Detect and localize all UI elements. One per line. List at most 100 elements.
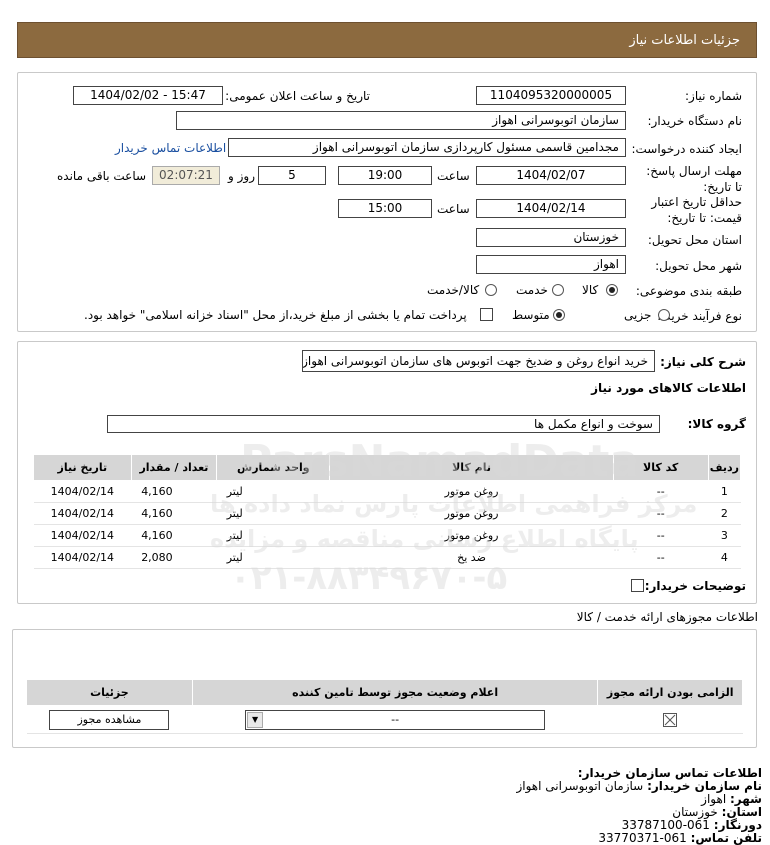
item-name: روغن موتور <box>329 502 614 525</box>
goods-group-label: گروه کالا: <box>687 417 746 431</box>
announce-field: 1404/02/02 - 15:47 <box>73 86 223 105</box>
col-permit-details: جزئیات <box>26 679 193 706</box>
goods-table: ردیف کد کالا نام کالا واحد شمارش تعداد /… <box>33 454 742 569</box>
province-label: استان محل تحویل: <box>647 233 742 247</box>
validity-time-label: ساعت <box>437 202 470 216</box>
contact-city-value: اهواز <box>701 792 727 806</box>
permit-required-checkbox <box>663 712 678 727</box>
category-radio-service[interactable] <box>552 284 564 296</box>
announce-label: تاریخ و ساعت اعلان عمومی: <box>225 89 370 103</box>
row-number: 3 <box>708 524 741 547</box>
purchase-minor-label: جزیی <box>624 308 652 322</box>
contact-province-value: خوزستان <box>672 805 718 819</box>
purchase-radio-minor[interactable] <box>658 309 670 321</box>
creator-field: مجدامین قاسمی مسئول کارپردازی سازمان اتو… <box>228 138 626 157</box>
item-date: 1404/02/14 <box>33 502 132 525</box>
table-row: 1 -- روغن موتور لیتر 4,160 1404/02/14 <box>33 480 741 503</box>
category-label: طبقه بندی موضوعی: <box>635 284 742 298</box>
contact-phone-value: 061-33770371 <box>598 831 687 845</box>
validity-date-field: 1404/02/14 <box>476 199 626 218</box>
item-qty: 4,160 <box>131 502 217 525</box>
contact-org-label: نام سازمان خریدار: <box>647 779 762 793</box>
table-row: 2 -- روغن موتور لیتر 4,160 1404/02/14 <box>33 502 741 525</box>
category-service-label: خدمت <box>516 283 548 297</box>
creator-label: ایجاد کننده درخواست: <box>631 142 742 156</box>
remaining-time-field: 02:07:21 <box>152 166 220 185</box>
goods-info-title: اطلاعات کالاهای مورد نیاز <box>591 381 746 395</box>
col-code: کد کالا <box>612 454 709 481</box>
city-field: اهواز <box>476 255 626 274</box>
category-radio-both[interactable] <box>485 284 497 296</box>
col-permit-status: اعلام وضعیت مجوز توسط تامین کننده <box>191 679 599 706</box>
item-code: -- <box>613 546 709 569</box>
validity-time-field: 15:00 <box>338 199 432 218</box>
purchase-radio-medium[interactable] <box>553 309 565 321</box>
deadline-time-field: 19:00 <box>338 166 432 185</box>
deadline-date-field: 1404/02/07 <box>476 166 626 185</box>
treasury-payment-note: پرداخت تمام یا بخشی از مبلغ خرید،از محل … <box>84 308 467 322</box>
item-date: 1404/02/14 <box>33 546 132 569</box>
item-code: -- <box>613 502 709 525</box>
permit-status-select[interactable]: -- ▼ <box>245 709 546 730</box>
purchase-medium-label: متوسط <box>512 308 550 322</box>
need-number-label: شماره نیاز: <box>685 89 742 103</box>
buyer-contact-section: اطلاعات تماس سازمان خریدار: نام سازمان خ… <box>516 767 762 845</box>
item-date: 1404/02/14 <box>33 524 132 547</box>
item-code: -- <box>613 480 709 503</box>
deadline-time-label: ساعت <box>437 169 470 183</box>
row-number: 2 <box>708 502 741 525</box>
item-unit: لیتر <box>216 480 330 503</box>
item-unit: لیتر <box>216 524 330 547</box>
item-date: 1404/02/14 <box>33 480 132 503</box>
row-number: 4 <box>708 546 741 569</box>
item-unit: لیتر <box>216 502 330 525</box>
buyer-notes-checkbox[interactable] <box>631 579 644 592</box>
permits-table: الزامی بودن ارائه مجوز اعلام وضعیت مجوز … <box>26 679 743 734</box>
col-permit-required: الزامی بودن ارائه مجوز <box>597 679 743 706</box>
item-unit: لیتر <box>216 546 330 569</box>
treasury-payment-checkbox[interactable] <box>480 308 493 321</box>
city-label: شهر محل تحویل: <box>655 259 742 273</box>
item-name: روغن موتور <box>329 524 614 547</box>
item-name: روغن موتور <box>329 480 614 503</box>
col-row: ردیف <box>707 454 742 481</box>
table-row: 4 -- ضد یخ لیتر 2,080 1404/02/14 <box>33 546 741 569</box>
validity-label: حداقل تاریخ اعتبار قیمت: تا تاریخ: <box>651 195 742 225</box>
deadline-label: مهلت ارسال پاسخ: تا تاریخ: <box>646 164 742 194</box>
item-code: -- <box>613 524 709 547</box>
col-date: تاریخ نیاز <box>33 454 132 481</box>
contact-fax-value: 061-33787100 <box>621 818 710 832</box>
province-field: خوزستان <box>476 228 626 247</box>
col-qty: تعداد / مقدار <box>130 454 218 481</box>
contact-city-label: شهر: <box>730 792 762 806</box>
goods-group-field: سوخت و انواع مکمل ها <box>107 415 660 433</box>
category-both-label: کالا/خدمت <box>427 283 480 297</box>
permit-row: -- ▼ مشاهده مجوز <box>26 705 743 734</box>
contact-org-value: سازمان اتوبوسرانی اهواز <box>516 779 644 793</box>
table-row: 3 -- روغن موتور لیتر 4,160 1404/02/14 <box>33 524 741 547</box>
page-header: جزئیات اطلاعات نیاز <box>17 22 757 58</box>
item-qty: 4,160 <box>131 524 217 547</box>
view-permit-button[interactable]: مشاهده مجوز <box>49 709 170 730</box>
chevron-down-icon[interactable]: ▼ <box>247 711 264 728</box>
permits-title: اطلاعات مجوزهای ارائه خدمت / کالا <box>576 610 758 624</box>
contact-fax-label: دورنگار: <box>713 818 762 832</box>
item-qty: 2,080 <box>131 546 217 569</box>
category-radio-goods[interactable] <box>606 284 618 296</box>
remaining-label: ساعت باقی مانده <box>57 169 147 183</box>
col-unit: واحد شمارش <box>216 454 331 481</box>
contact-phone-label: تلفن تماس: <box>690 831 762 845</box>
category-goods-label: کالا <box>582 283 599 297</box>
buyer-label: نام دستگاه خریدار: <box>647 114 743 128</box>
need-description-label: شرح کلی نیاز: <box>660 355 746 369</box>
permit-status-value: -- <box>391 712 400 726</box>
col-name: نام کالا <box>329 454 614 481</box>
page-title: جزئیات اطلاعات نیاز <box>629 33 740 48</box>
buyer-contact-link[interactable]: اطلاعات تماس خریدار <box>115 141 226 155</box>
buyer-field: سازمان اتوبوسرانی اهواز <box>176 111 626 130</box>
buyer-notes-label: توضیحات خریدار: <box>644 579 746 593</box>
item-name: ضد یخ <box>329 546 614 569</box>
need-description-field: خرید انواع روغن و ضدیخ جهت اتوبوس های سا… <box>302 350 655 372</box>
need-number-field: 1104095320000005 <box>476 86 626 105</box>
days-label: روز و <box>228 169 255 183</box>
